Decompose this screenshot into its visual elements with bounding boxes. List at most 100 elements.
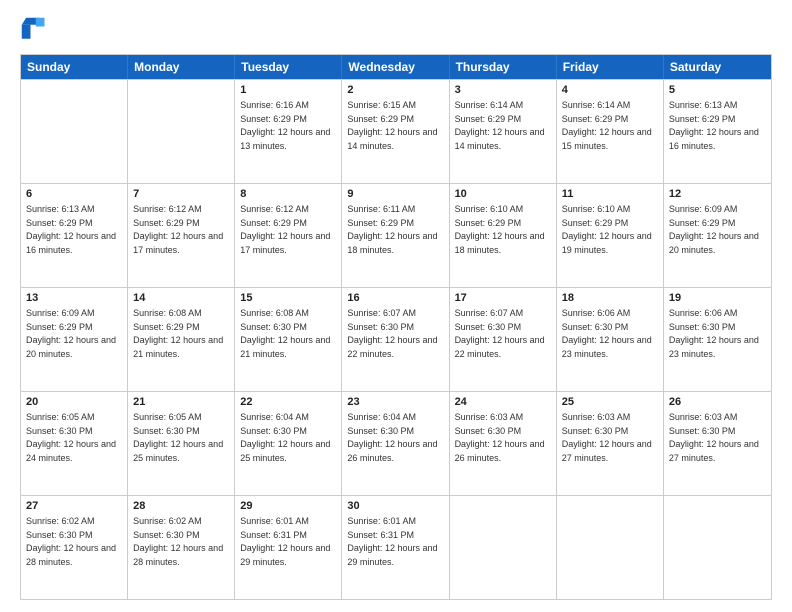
day-cell-9: 9 Sunrise: 6:11 AM Sunset: 6:29 PM Daylig… — [342, 184, 449, 287]
sun-info: Sunrise: 6:07 AM Sunset: 6:30 PM Dayligh… — [455, 308, 548, 359]
day-cell-3: 3 Sunrise: 6:14 AM Sunset: 6:29 PM Daylig… — [450, 80, 557, 183]
day-cell-6: 6 Sunrise: 6:13 AM Sunset: 6:29 PM Daylig… — [21, 184, 128, 287]
day-number: 19 — [669, 291, 766, 306]
day-cell-10: 10Sunrise: 6:10 AM Sunset: 6:29 PM Dayli… — [450, 184, 557, 287]
week-row-1: 1Sunrise: 6:16 AM Sunset: 6:29 PM Daylig… — [21, 79, 771, 183]
day-number: 1 — [240, 83, 336, 98]
day-cell-1: 1Sunrise: 6:16 AM Sunset: 6:29 PM Daylig… — [235, 80, 342, 183]
day-number: 27 — [26, 499, 122, 514]
sun-info: Sunrise: 6:05 AM Sunset: 6:30 PM Dayligh… — [133, 412, 226, 463]
sun-info: Sunrise: 6:12 AM Sunset: 6:29 PM Dayligh… — [133, 204, 226, 255]
sun-info: Sunrise: 6:03 AM Sunset: 6:30 PM Dayligh… — [455, 412, 548, 463]
day-number: 9 — [347, 187, 443, 202]
day-number: 20 — [26, 395, 122, 410]
empty-cell — [21, 80, 128, 183]
sun-info: Sunrise: 6:09 AM Sunset: 6:29 PM Dayligh… — [669, 204, 762, 255]
empty-cell — [557, 496, 664, 599]
day-number: 4 — [562, 83, 658, 98]
week-row-3: 13 Sunrise: 6:09 AM Sunset: 6:29 PM Dayli… — [21, 287, 771, 391]
sun-info: Sunrise: 6:01 AM Sunset: 6:31 PM Dayligh… — [240, 516, 333, 567]
sun-info: Sunrise: 6:02 AM Sunset: 6:30 PM Dayligh… — [133, 516, 226, 567]
sun-info: Sunrise: 6:03 AM Sunset: 6:30 PM Dayligh… — [669, 412, 762, 463]
weekday-header-sunday: Sunday — [21, 55, 128, 79]
day-cell-17: 17 Sunrise: 6:07 AM Sunset: 6:30 PM Dayli… — [450, 288, 557, 391]
day-cell-28: 28 Sunrise: 6:02 AM Sunset: 6:30 PM Dayli… — [128, 496, 235, 599]
sun-info: Sunrise: 6:06 AM Sunset: 6:30 PM Dayligh… — [562, 308, 655, 359]
sun-info: Sunrise: 6:14 AM Sunset: 6:29 PM Dayligh… — [455, 100, 548, 151]
day-cell-27: 27 Sunrise: 6:02 AM Sunset: 6:30 PM Dayli… — [21, 496, 128, 599]
day-number: 26 — [669, 395, 766, 410]
day-cell-4: 4 Sunrise: 6:14 AM Sunset: 6:29 PM Daylig… — [557, 80, 664, 183]
day-number: 21 — [133, 395, 229, 410]
day-number: 11 — [562, 187, 658, 202]
sun-info: Sunrise: 6:12 AM Sunset: 6:29 PM Dayligh… — [240, 204, 333, 255]
sun-info: Sunrise: 6:13 AM Sunset: 6:29 PM Dayligh… — [669, 100, 762, 151]
day-cell-2: 2 Sunrise: 6:15 AM Sunset: 6:29 PM Daylig… — [342, 80, 449, 183]
sun-info: Sunrise: 6:15 AM Sunset: 6:29 PM Dayligh… — [347, 100, 440, 151]
day-number: 2 — [347, 83, 443, 98]
sun-info: Sunrise: 6:13 AM Sunset: 6:29 PM Dayligh… — [26, 204, 119, 255]
sun-info: Sunrise: 6:14 AM Sunset: 6:29 PM Dayligh… — [562, 100, 655, 151]
day-cell-5: 5 Sunrise: 6:13 AM Sunset: 6:29 PM Daylig… — [664, 80, 771, 183]
weekday-header-monday: Monday — [128, 55, 235, 79]
sun-info: Sunrise: 6:06 AM Sunset: 6:30 PM Dayligh… — [669, 308, 762, 359]
day-number: 6 — [26, 187, 122, 202]
sun-info: Sunrise: 6:04 AM Sunset: 6:30 PM Dayligh… — [240, 412, 333, 463]
day-cell-15: 15 Sunrise: 6:08 AM Sunset: 6:30 PM Dayli… — [235, 288, 342, 391]
day-number: 17 — [455, 291, 551, 306]
logo-icon — [20, 16, 48, 44]
sun-info: Sunrise: 6:03 AM Sunset: 6:30 PM Dayligh… — [562, 412, 655, 463]
week-row-2: 6 Sunrise: 6:13 AM Sunset: 6:29 PM Daylig… — [21, 183, 771, 287]
day-number: 3 — [455, 83, 551, 98]
sun-info: Sunrise: 6:11 AM Sunset: 6:29 PM Dayligh… — [347, 204, 440, 255]
day-cell-7: 7 Sunrise: 6:12 AM Sunset: 6:29 PM Daylig… — [128, 184, 235, 287]
day-cell-14: 14Sunrise: 6:08 AM Sunset: 6:29 PM Dayli… — [128, 288, 235, 391]
day-number: 23 — [347, 395, 443, 410]
day-cell-20: 20Sunrise: 6:05 AM Sunset: 6:30 PM Dayli… — [21, 392, 128, 495]
day-cell-25: 25Sunrise: 6:03 AM Sunset: 6:30 PM Dayli… — [557, 392, 664, 495]
day-number: 30 — [347, 499, 443, 514]
day-number: 10 — [455, 187, 551, 202]
weekday-header-saturday: Saturday — [664, 55, 771, 79]
day-number: 7 — [133, 187, 229, 202]
sun-info: Sunrise: 6:01 AM Sunset: 6:31 PM Dayligh… — [347, 516, 440, 567]
day-cell-30: 30 Sunrise: 6:01 AM Sunset: 6:31 PM Dayli… — [342, 496, 449, 599]
day-number: 16 — [347, 291, 443, 306]
day-cell-18: 18 Sunrise: 6:06 AM Sunset: 6:30 PM Dayli… — [557, 288, 664, 391]
day-number: 5 — [669, 83, 766, 98]
day-cell-19: 19 Sunrise: 6:06 AM Sunset: 6:30 PM Dayli… — [664, 288, 771, 391]
day-cell-22: 22Sunrise: 6:04 AM Sunset: 6:30 PM Dayli… — [235, 392, 342, 495]
day-cell-13: 13 Sunrise: 6:09 AM Sunset: 6:29 PM Dayli… — [21, 288, 128, 391]
empty-cell — [664, 496, 771, 599]
weekday-header-friday: Friday — [557, 55, 664, 79]
day-cell-12: 12 Sunrise: 6:09 AM Sunset: 6:29 PM Dayli… — [664, 184, 771, 287]
day-number: 14 — [133, 291, 229, 306]
week-row-4: 20 Sunrise: 6:05 AM Sunset: 6:30 PM Dayli… — [21, 391, 771, 495]
day-cell-24: 24 Sunrise: 6:03 AM Sunset: 6:30 PM Dayli… — [450, 392, 557, 495]
day-number: 18 — [562, 291, 658, 306]
weekday-header-wednesday: Wednesday — [342, 55, 449, 79]
day-number: 8 — [240, 187, 336, 202]
calendar-body: 1Sunrise: 6:16 AM Sunset: 6:29 PM Daylig… — [21, 79, 771, 599]
day-cell-16: 16Sunrise: 6:07 AM Sunset: 6:30 PM Dayli… — [342, 288, 449, 391]
day-number: 12 — [669, 187, 766, 202]
day-number: 24 — [455, 395, 551, 410]
day-number: 29 — [240, 499, 336, 514]
day-number: 13 — [26, 291, 122, 306]
week-row-5: 27 Sunrise: 6:02 AM Sunset: 6:30 PM Dayli… — [21, 495, 771, 599]
weekday-header-thursday: Thursday — [450, 55, 557, 79]
logo — [20, 16, 50, 44]
day-cell-26: 26 Sunrise: 6:03 AM Sunset: 6:30 PM Dayli… — [664, 392, 771, 495]
sun-info: Sunrise: 6:09 AM Sunset: 6:29 PM Dayligh… — [26, 308, 119, 359]
sun-info: Sunrise: 6:04 AM Sunset: 6:30 PM Dayligh… — [347, 412, 440, 463]
day-number: 15 — [240, 291, 336, 306]
sun-info: Sunrise: 6:08 AM Sunset: 6:30 PM Dayligh… — [240, 308, 333, 359]
day-cell-23: 23 Sunrise: 6:04 AM Sunset: 6:30 PM Dayli… — [342, 392, 449, 495]
sun-info: Sunrise: 6:10 AM Sunset: 6:29 PM Dayligh… — [562, 204, 655, 255]
day-cell-8: 8 Sunrise: 6:12 AM Sunset: 6:29 PM Daylig… — [235, 184, 342, 287]
calendar: SundayMondayTuesdayWednesdayThursdayFrid… — [20, 54, 772, 600]
sun-info: Sunrise: 6:02 AM Sunset: 6:30 PM Dayligh… — [26, 516, 119, 567]
calendar-header-row: SundayMondayTuesdayWednesdayThursdayFrid… — [21, 55, 771, 79]
day-number: 28 — [133, 499, 229, 514]
day-cell-29: 29 Sunrise: 6:01 AM Sunset: 6:31 PM Dayli… — [235, 496, 342, 599]
